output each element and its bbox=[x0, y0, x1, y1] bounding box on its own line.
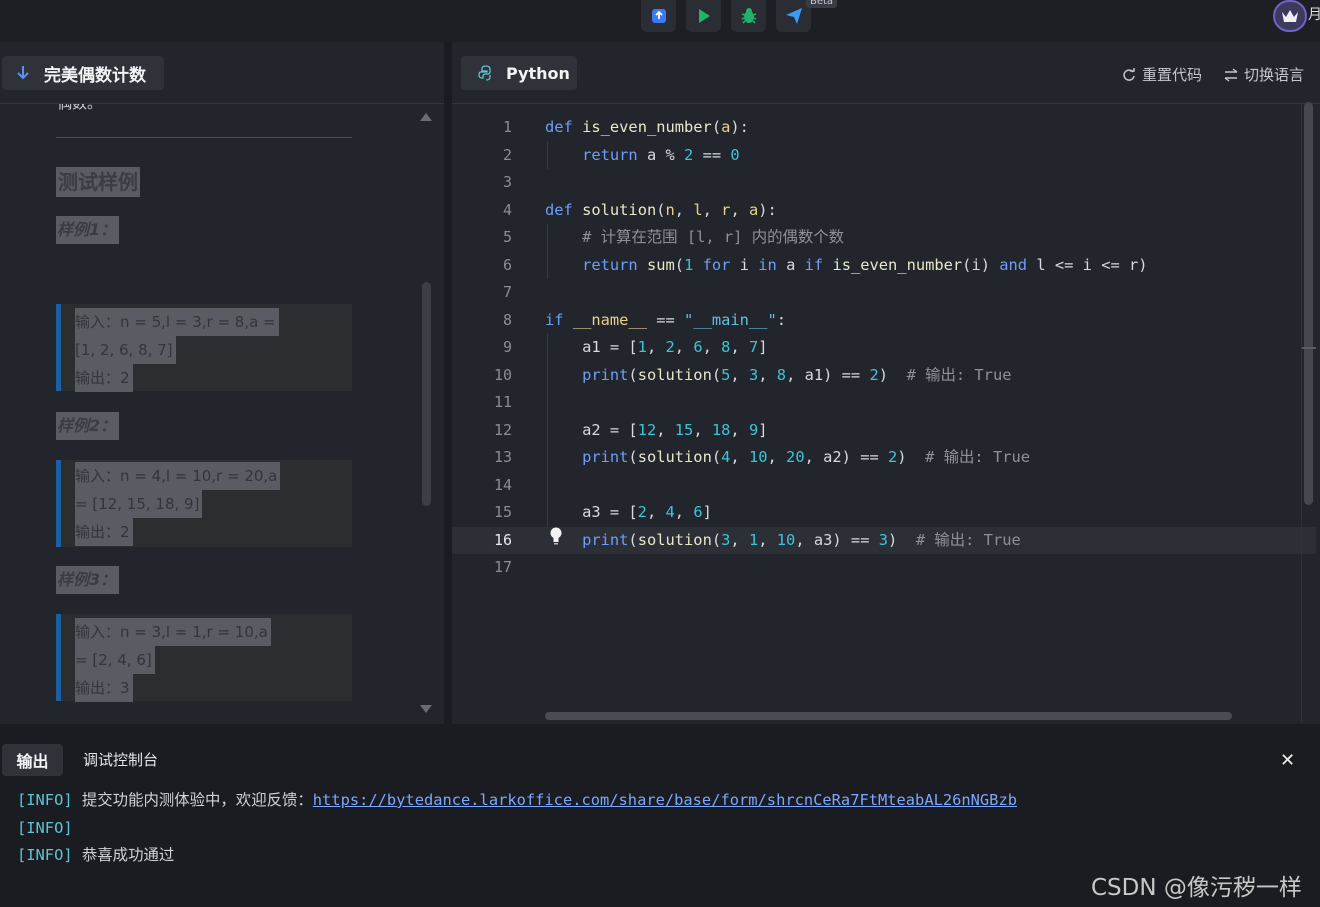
example-line: 输入：n = 3,l = 1,r = 10,a bbox=[75, 618, 271, 646]
example-label: 样例1： bbox=[56, 216, 120, 244]
code-line: 9 a1 = [1, 2, 6, 8, 7] bbox=[502, 338, 768, 356]
example-codebox: 输入：n = 3,l = 1,r = 10,a = [2, 4, 6] 输出：3 bbox=[56, 614, 352, 702]
example-label: 样例2： bbox=[56, 412, 120, 440]
divider bbox=[452, 103, 1320, 104]
reset-code-button[interactable]: 重置代码 bbox=[1122, 64, 1202, 85]
code-line: 5 # 计算在范围 [l, r] 内的偶数个数 bbox=[502, 228, 845, 246]
submit-button[interactable] bbox=[641, 0, 676, 32]
language-tab[interactable]: Python bbox=[461, 56, 577, 90]
code-line: 1 def is_even_number(a): bbox=[502, 118, 749, 136]
arrow-down-icon bbox=[17, 66, 29, 80]
partial-text: 偶数。 bbox=[57, 104, 102, 113]
code-line: 10 print(solution(5, 3, 8, a1) == 2) # 输… bbox=[493, 365, 1012, 384]
log-line: [INFO] 提交功能内测体验中，欢迎反馈：https://bytedance.… bbox=[17, 791, 1017, 809]
example-line: = [2, 4, 6] bbox=[75, 646, 155, 674]
language-label: Python bbox=[506, 63, 570, 83]
tab-debug-console[interactable]: 调试控制台 bbox=[83, 749, 158, 770]
lightbulb-icon[interactable] bbox=[549, 526, 563, 546]
scroll-up-icon[interactable] bbox=[420, 113, 432, 121]
scroll-marker bbox=[1302, 347, 1316, 349]
problem-title-tab[interactable]: 完美偶数计数 bbox=[2, 56, 164, 90]
user-avatar[interactable] bbox=[1273, 0, 1307, 32]
problem-panel: 完美偶数计数 偶数。 测试样例 样例1： 输入：n = 5,l = 3,r = … bbox=[0, 42, 444, 724]
code-line: 4 def solution(n, l, r, a): bbox=[502, 200, 777, 219]
code-line: 17 bbox=[493, 558, 512, 576]
close-icon[interactable]: ✕ bbox=[1280, 750, 1295, 771]
swap-icon bbox=[1224, 67, 1238, 82]
reset-icon bbox=[1123, 67, 1135, 81]
user-name[interactable]: 月 bbox=[1308, 4, 1320, 24]
example-line: 输入：n = 5,l = 3,r = 8,a = bbox=[75, 308, 279, 336]
problem-scrollbar[interactable] bbox=[422, 282, 431, 506]
code-line: 15 a3 = [2, 4, 6] bbox=[493, 503, 712, 521]
example-label: 样例3： bbox=[56, 566, 120, 594]
code-comment: # 输出: True bbox=[915, 530, 1021, 549]
switch-language-label: 切换语言 bbox=[1243, 66, 1304, 84]
switch-language-button[interactable]: 切换语言 bbox=[1224, 64, 1304, 85]
code-line: 13 print(solution(4, 10, 20, a2) == 2) #… bbox=[493, 448, 1031, 466]
divider bbox=[56, 137, 352, 138]
output-panel: 输出 调试控制台 ✕ [INFO] 提交功能内测体验中，欢迎反馈：https:/… bbox=[0, 732, 1320, 907]
code-comment: # 计算在范围 [l, r] 内的偶数个数 bbox=[582, 228, 845, 246]
example-codebox: 输入：n = 4,l = 10,r = 20,a = [12, 15, 18, … bbox=[56, 460, 352, 547]
code-line: 7 bbox=[502, 283, 512, 301]
code-area[interactable]: 1 def is_even_number(a): 2 return a % 2 =… bbox=[452, 114, 1316, 714]
watermark: CSDN @像污秽一样 bbox=[1091, 875, 1302, 901]
beta-badge: Beta bbox=[806, 0, 838, 8]
problem-content: 偶数。 测试样例 样例1： 输入：n = 5,l = 3,r = 8,a = [… bbox=[0, 104, 420, 724]
code-line: 14 bbox=[493, 475, 512, 494]
code-line: 6 return sum(1 for i in a if is_even_num… bbox=[502, 255, 1148, 274]
debug-button[interactable] bbox=[731, 0, 766, 32]
code-line: 2 return a % 2 == 0 bbox=[502, 145, 740, 164]
example-line: 输出：2 bbox=[75, 518, 133, 546]
code-editor-panel: Python 重置代码 切换语言 1 def is_even_number(a):… bbox=[452, 42, 1320, 724]
tab-output[interactable]: 输出 bbox=[2, 744, 63, 776]
example-line: 输出：3 bbox=[75, 674, 133, 702]
code-line-current: 16 print(solution(3, 1, 10, a3) == 3) # … bbox=[452, 526, 1316, 554]
top-toolbar: Beta 月 bbox=[0, 0, 1320, 42]
code-line: 12 a2 = [12, 15, 18, 9] bbox=[493, 420, 768, 439]
example-line: = [12, 15, 18, 9] bbox=[75, 490, 203, 518]
bug-icon bbox=[741, 8, 756, 24]
crown-icon bbox=[1282, 10, 1298, 22]
code-line: 3 bbox=[502, 173, 512, 191]
editor-actions: 重置代码 切换语言 bbox=[1122, 64, 1304, 85]
run-button[interactable] bbox=[686, 0, 721, 32]
code-line: 8 if __name__ == "__main__": bbox=[502, 310, 786, 329]
code-line: 11 bbox=[493, 393, 512, 411]
problem-title: 完美偶数计数 bbox=[44, 65, 146, 86]
test-heading: 测试样例 bbox=[56, 167, 140, 197]
code-comment: # 输出: True bbox=[906, 365, 1012, 384]
editor-horizontal-scrollbar[interactable] bbox=[545, 712, 1232, 720]
python-icon bbox=[478, 65, 491, 81]
scroll-down-icon[interactable] bbox=[420, 705, 432, 713]
log-line: [INFO] bbox=[17, 819, 73, 837]
example-line: 输入：n = 4,l = 10,r = 20,a bbox=[75, 462, 281, 490]
example-line: [1, 2, 6, 8, 7] bbox=[75, 336, 176, 364]
editor-vertical-scrollbar[interactable] bbox=[1304, 102, 1313, 505]
example-codebox: 输入：n = 5,l = 3,r = 8,a = [1, 2, 6, 8, 7]… bbox=[56, 304, 352, 392]
submit-icon bbox=[651, 9, 666, 23]
feedback-link[interactable]: https://bytedance.larkoffice.com/share/b… bbox=[313, 791, 1017, 809]
minimap-border bbox=[1301, 102, 1302, 722]
play-icon bbox=[698, 9, 710, 23]
example-line: 输出：2 bbox=[75, 364, 133, 392]
reset-code-label: 重置代码 bbox=[1141, 66, 1202, 84]
log-line: [INFO] 恭喜成功通过 bbox=[17, 846, 175, 864]
code-comment: # 输出: True bbox=[925, 448, 1031, 466]
send-icon bbox=[785, 8, 802, 24]
